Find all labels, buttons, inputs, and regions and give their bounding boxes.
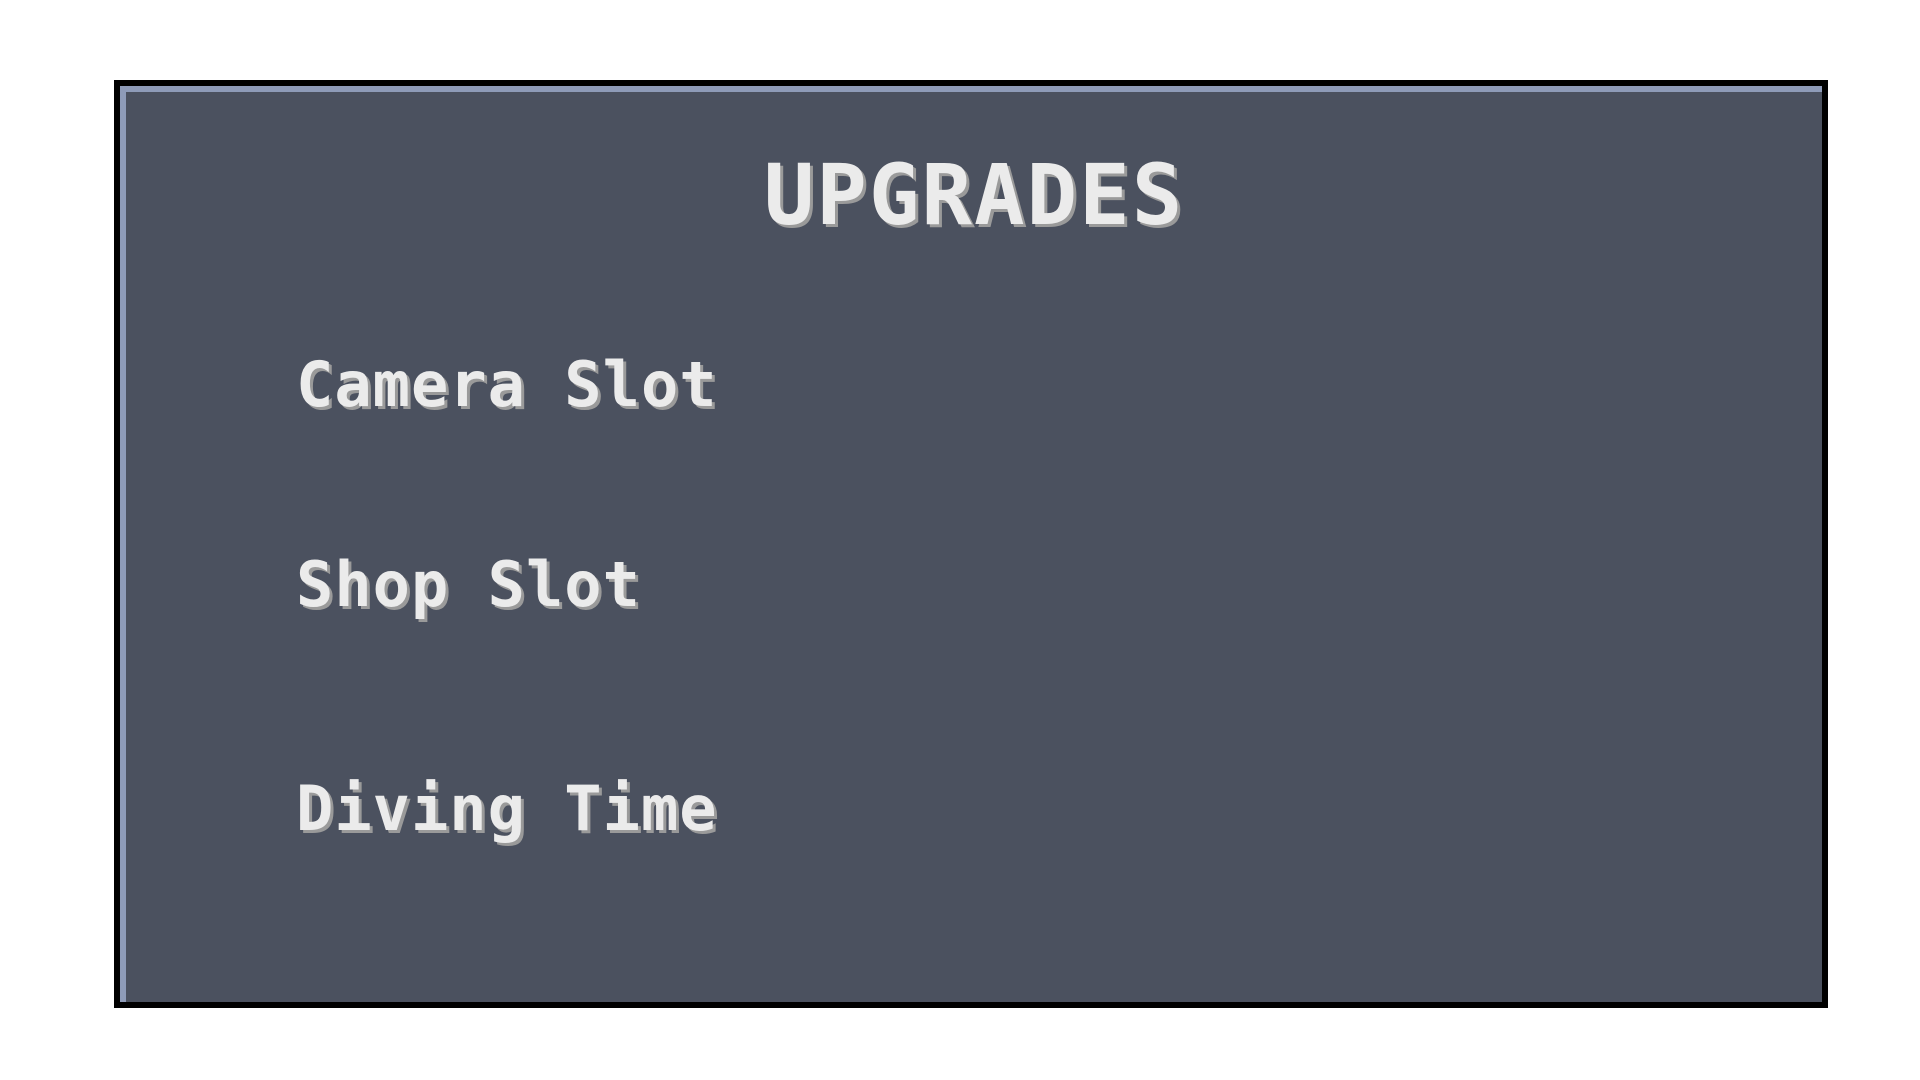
- upgrade-item-camera-slot[interactable]: Camera Slot: [296, 350, 718, 550]
- upgrade-list: Camera Slot Shop Slot Diving Time: [296, 350, 718, 974]
- upgrade-item-shop-slot[interactable]: Shop Slot: [296, 550, 718, 750]
- upgrades-panel-inner: UPGRADES Camera Slot Shop Slot Diving Ti…: [120, 86, 1822, 1002]
- upgrades-panel: UPGRADES Camera Slot Shop Slot Diving Ti…: [114, 80, 1828, 1008]
- upgrade-item-diving-time[interactable]: Diving Time: [296, 774, 718, 974]
- panel-title: UPGRADES: [763, 146, 1185, 244]
